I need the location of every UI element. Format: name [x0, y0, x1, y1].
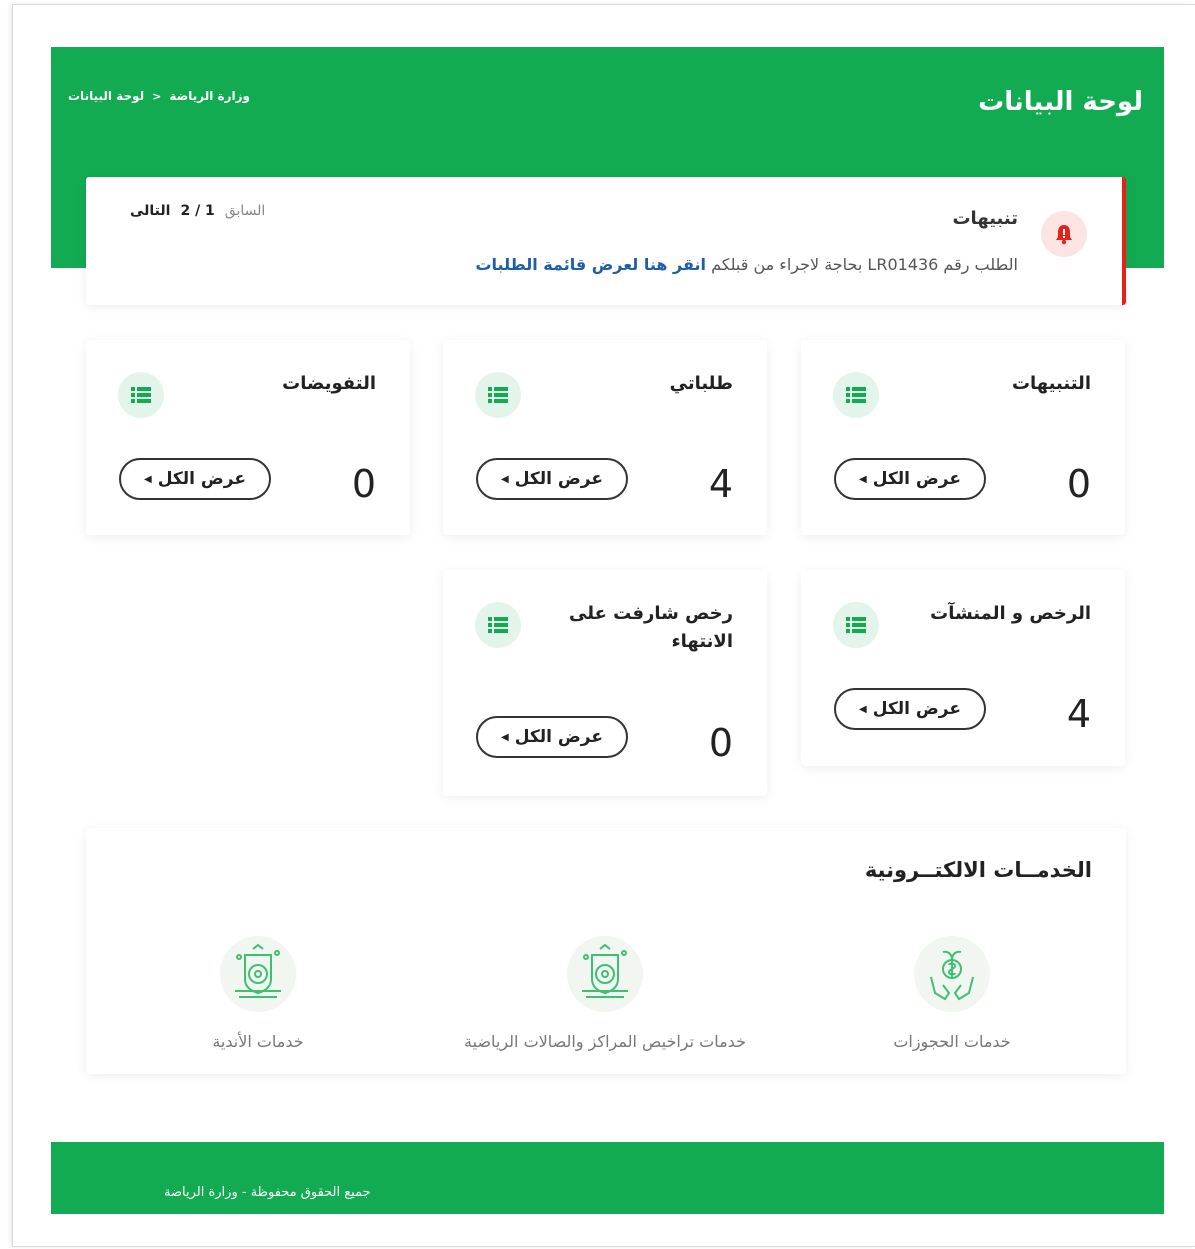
breadcrumb-separator: >	[152, 89, 162, 103]
money-hands-icon	[914, 936, 990, 1012]
alert-requests-link[interactable]: انقر هنا لعرض قائمة الطلبات	[475, 255, 706, 274]
list-icon	[475, 602, 521, 648]
caret-left-icon: ◀	[144, 473, 152, 485]
e-services-title: الخدمــات الالكتــرونية	[864, 858, 1092, 882]
view-all-button[interactable]: عرض الكل ◀	[476, 716, 628, 758]
service-sports-centers-licensing[interactable]: خدمات تراخيص المراكز والصالات الرياضية	[435, 936, 775, 1051]
view-all-label: عرض الكل	[157, 469, 246, 489]
view-all-button[interactable]: عرض الكل ◀	[119, 458, 271, 500]
bell-icon	[1041, 211, 1087, 257]
stat-card-my-requests: طلباتي 4 عرض الكل ◀	[443, 340, 767, 535]
caret-left-icon: ◀	[859, 703, 867, 715]
view-all-label: عرض الكل	[514, 469, 603, 489]
caret-left-icon: ◀	[501, 731, 509, 743]
alert-message: الطلب رقم LR01436 بحاجة لاجراء من قبلكم …	[475, 255, 1018, 274]
stat-card-value: 4	[1066, 692, 1091, 736]
stat-card-title: طلباتي	[669, 373, 733, 394]
view-all-label: عرض الكل	[514, 727, 603, 747]
list-icon	[475, 372, 521, 418]
list-icon	[833, 602, 879, 648]
alert-message-text: الطلب رقم LR01436 بحاجة لاجراء من قبلكم	[711, 255, 1018, 274]
stat-card-title: التنبيهات	[1011, 373, 1091, 394]
service-clubs[interactable]: خدمات الأندية	[88, 936, 428, 1051]
list-icon	[118, 372, 164, 418]
stat-card-licenses: الرخص و المنشآت 4 عرض الكل ◀	[801, 570, 1125, 766]
list-icon	[833, 372, 879, 418]
service-bookings[interactable]: خدمات الحجوزات	[782, 936, 1122, 1051]
stat-card-expiring-licenses: رخص شارفت على الانتهاء 0 عرض الكل ◀	[443, 570, 767, 796]
stat-card-value: 4	[708, 462, 733, 506]
breadcrumb-current[interactable]: لوحة البيانات	[68, 89, 144, 103]
club-emblem-icon	[220, 936, 296, 1012]
caret-left-icon: ◀	[859, 473, 867, 485]
service-label: خدمات الحجوزات	[893, 1032, 1011, 1051]
breadcrumb: لوحة البيانات > وزارة الرياضة	[68, 89, 250, 103]
stat-card-value: 0	[1066, 462, 1091, 506]
sports-emblem-icon	[567, 936, 643, 1012]
view-all-label: عرض الكل	[872, 699, 961, 719]
stat-card-title: التفويضات	[282, 373, 376, 394]
view-all-button[interactable]: عرض الكل ◀	[834, 688, 986, 730]
view-all-button[interactable]: عرض الكل ◀	[834, 458, 986, 500]
page-footer: جميع الحقوق محفوظة - وزارة الرياضة	[51, 1142, 1164, 1214]
view-all-button[interactable]: عرض الكل ◀	[476, 458, 628, 500]
e-services-card: الخدمــات الالكتــرونية خدمات الحجوزات خ…	[86, 828, 1126, 1074]
stat-card-value: 0	[708, 721, 733, 765]
service-label: خدمات تراخيص المراكز والصالات الرياضية	[464, 1032, 746, 1051]
service-label: خدمات الأندية	[212, 1032, 304, 1051]
stat-card-title: رخص شارفت على الانتهاء	[569, 603, 733, 652]
stat-card-delegations: التفويضات 0 عرض الكل ◀	[86, 340, 410, 535]
stat-card-value: 0	[351, 462, 376, 506]
pager-next-link[interactable]: التالى	[130, 203, 170, 219]
view-all-label: عرض الكل	[872, 469, 961, 489]
stat-card-alerts: التنبيهات 0 عرض الكل ◀	[801, 340, 1125, 535]
alert-card: تنبيهات الطلب رقم LR01436 بحاجة لاجراء م…	[86, 177, 1126, 305]
breadcrumb-home[interactable]: وزارة الرياضة	[169, 89, 250, 103]
page-title: لوحة البيانات	[978, 87, 1143, 117]
stat-card-title: الرخص و المنشآت	[930, 603, 1091, 624]
footer-copyright: جميع الحقوق محفوظة - وزارة الرياضة	[164, 1185, 371, 1200]
alert-pager: التالى 2 / 1 السابق	[130, 203, 265, 219]
pager-prev-link[interactable]: السابق	[225, 203, 265, 219]
alert-title: تنبيهات	[952, 208, 1018, 229]
pager-count: 2 / 1	[180, 203, 215, 219]
caret-left-icon: ◀	[501, 473, 509, 485]
